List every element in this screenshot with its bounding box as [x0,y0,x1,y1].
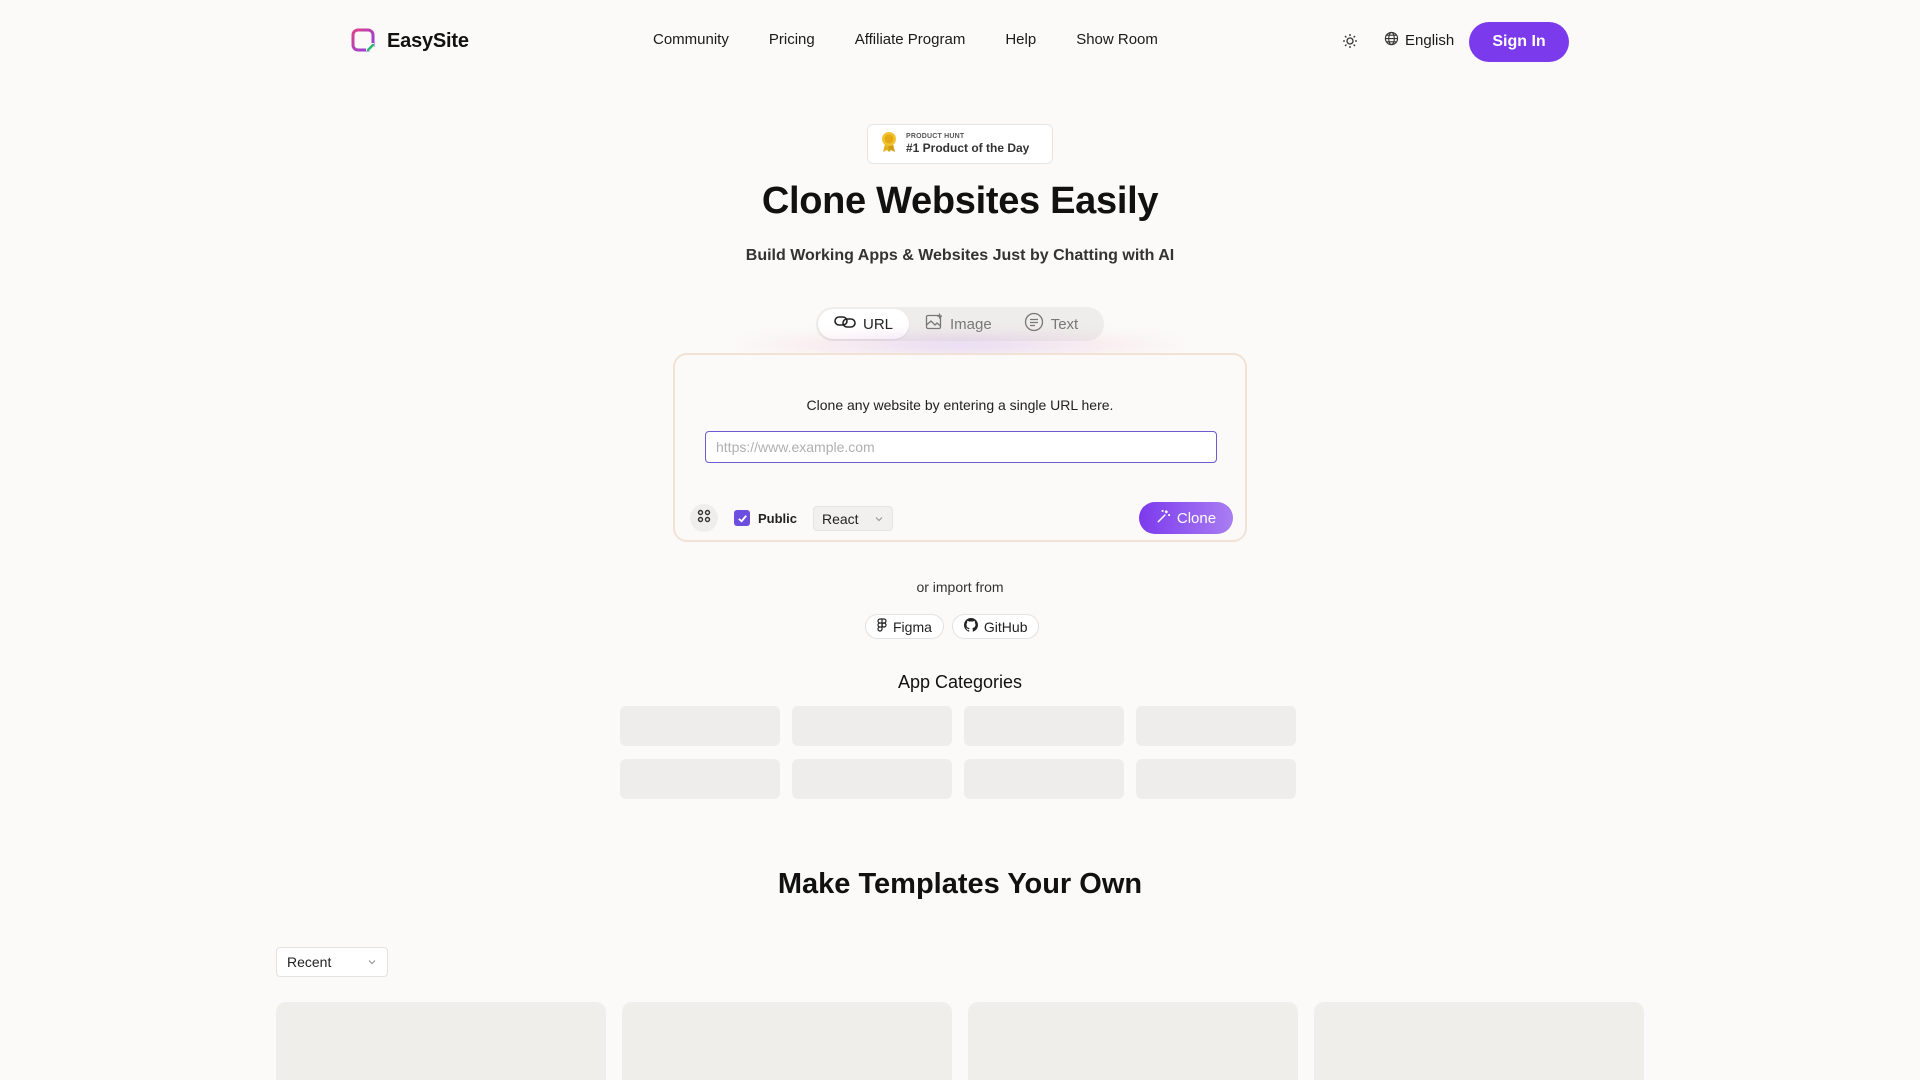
import-label: or import from [916,579,1004,595]
main-nav: Community Pricing Affiliate Program Help… [653,31,1158,48]
import-figma-button[interactable]: Figma [865,614,944,639]
sun-icon [1342,33,1358,54]
template-grid [276,1002,1644,1080]
nav-item-affiliate-program[interactable]: Affiliate Program [855,31,966,48]
theme-toggle-button[interactable] [1338,31,1362,55]
clone-button-label: Clone [1176,509,1217,527]
clone-button[interactable]: Clone [1139,502,1233,534]
chevron-down-icon [874,511,884,527]
figma-label: Figma [893,618,932,635]
public-toggle[interactable]: Public [734,510,797,526]
sign-in-button[interactable]: Sign In [1469,22,1569,62]
logo-icon [351,28,377,54]
sort-value: Recent [287,954,332,970]
template-card[interactable] [968,1002,1298,1080]
category-placeholder [620,706,780,746]
app-categories-grid [620,706,1296,799]
brand-name: EasySite [387,29,469,52]
category-placeholder [620,759,780,799]
template-card[interactable] [1314,1002,1644,1080]
nav-item-community[interactable]: Community [653,31,729,48]
page: EasySite Community Pricing Affiliate Pro… [0,0,1920,1080]
templates-title: Make Templates Your Own [777,868,1143,900]
clone-card: Clone any website by entering a single U… [673,353,1247,542]
hero-subtitle: Build Working Apps & Websites Just by Ch… [745,247,1175,264]
github-label: GitHub [983,618,1028,635]
url-input[interactable] [705,431,1217,463]
badge-title: #1 Product of the Day [906,141,1030,155]
magic-wand-icon [1156,509,1171,528]
figma-icon [877,618,887,635]
command-icon [697,509,711,528]
language-label: English [1405,32,1455,49]
category-placeholder [792,706,952,746]
hero-title: Clone Websites Easily [761,180,1159,222]
nav-item-show-room[interactable]: Show Room [1076,31,1158,48]
public-checkbox[interactable] [734,510,750,526]
medal-icon [880,131,898,158]
template-card[interactable] [276,1002,606,1080]
framework-value: React [822,510,859,527]
category-placeholder [964,706,1124,746]
category-placeholder [1136,759,1296,799]
chevron-down-icon [367,954,377,970]
options-button[interactable] [690,504,718,532]
app-categories-title: App Categories [897,672,1023,692]
badge-kicker: PRODUCT HUNT [906,133,965,140]
product-hunt-badge[interactable]: PRODUCT HUNT #1 Product of the Day [867,124,1053,164]
public-label: Public [758,510,798,526]
language-selector[interactable]: English [1384,31,1454,50]
import-github-button[interactable]: GitHub [951,614,1040,639]
framework-select[interactable]: React [813,506,893,531]
category-placeholder [964,759,1124,799]
nav-item-help[interactable]: Help [1005,31,1036,48]
category-placeholder [1136,706,1296,746]
import-sources: Figma GitHub [865,614,1040,639]
header: EasySite Community Pricing Affiliate Pro… [0,0,1920,84]
template-card[interactable] [622,1002,952,1080]
category-placeholder [792,759,952,799]
badge-text: PRODUCT HUNT #1 Product of the Day [906,133,1029,155]
template-sort-select[interactable]: Recent [276,947,388,977]
nav-item-pricing[interactable]: Pricing [769,31,815,48]
logo[interactable]: EasySite [351,28,469,54]
clone-prompt: Clone any website by entering a single U… [806,397,1114,413]
github-icon [963,618,978,635]
globe-icon [1384,31,1399,50]
